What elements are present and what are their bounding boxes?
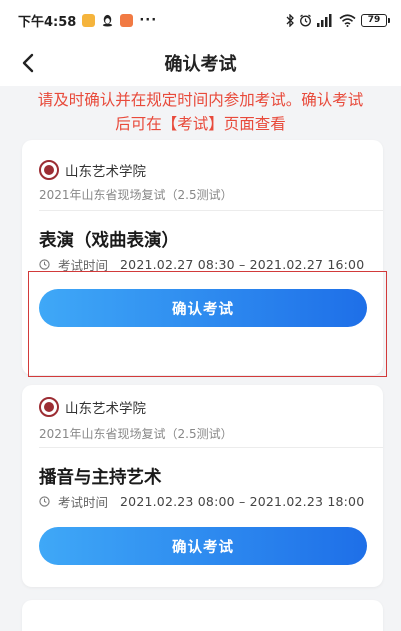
exam-time-row: 考试时间 2021.02.27 08:30 – 2021.02.27 16:00 xyxy=(39,255,364,274)
school-row: 山东艺术学院 xyxy=(39,160,146,180)
exam-time-value: 2021.02.27 08:30 – 2021.02.27 16:00 xyxy=(120,257,365,272)
exam-subject: 播音与主持艺术 xyxy=(39,468,162,488)
notice-line-2: 后可在【考试】页面查看 xyxy=(115,115,286,133)
chevron-left-icon xyxy=(22,53,34,73)
school-logo-icon xyxy=(39,397,59,417)
divider xyxy=(39,447,383,448)
nav-bar: 确认考试 xyxy=(0,40,401,86)
confirm-exam-button[interactable]: 确认考试 xyxy=(39,289,367,327)
bluetooth-icon xyxy=(286,13,294,27)
notes-app-icon xyxy=(82,13,96,27)
status-time: 下午4:58 xyxy=(18,14,77,30)
back-button[interactable] xyxy=(14,49,42,77)
exam-time-value: 2021.02.23 08:00 – 2021.02.23 18:00 xyxy=(120,494,365,509)
school-logo-center xyxy=(44,165,54,175)
school-name: 山东艺术学院 xyxy=(65,401,146,417)
confirm-exam-button[interactable]: 确认考试 xyxy=(39,527,367,565)
exam-time-label: 考试时间 xyxy=(58,258,109,273)
more-notifications-icon: ··· xyxy=(139,12,158,28)
exam-card: 山东艺术学院 2021年山东省现场复试（2.5测试） 表演（戏曲表演） 考试时间… xyxy=(22,140,383,375)
exam-card xyxy=(22,600,383,631)
exam-card: 山东艺术学院 2021年山东省现场复试（2.5测试） 播音与主持艺术 考试时间 … xyxy=(22,385,383,587)
alarm-icon xyxy=(300,13,311,26)
exam-subject: 表演（戏曲表演） xyxy=(39,231,179,251)
status-right: 79 xyxy=(286,13,390,27)
school-logo-icon xyxy=(39,160,59,180)
page-title: 确认考试 xyxy=(164,54,237,75)
exam-subtitle: 2021年山东省现场复试（2.5测试） xyxy=(39,427,233,441)
exam-time-row: 考试时间 2021.02.23 08:00 – 2021.02.23 18:00 xyxy=(39,492,364,511)
signal-icon xyxy=(317,13,332,27)
clock-icon xyxy=(39,259,50,270)
notice-text: 请及时确认并在规定时间内参加考试。确认考试 后可在【考试】页面查看 xyxy=(0,88,401,136)
divider xyxy=(39,210,383,211)
status-bar: 下午4:58 ··· 79 xyxy=(0,0,401,40)
school-name: 山东艺术学院 xyxy=(65,164,146,180)
school-row: 山东艺术学院 xyxy=(39,397,146,417)
battery-icon: 79 xyxy=(361,13,390,27)
exam-subtitle: 2021年山东省现场复试（2.5测试） xyxy=(39,188,233,202)
exam-time-label: 考试时间 xyxy=(58,495,109,510)
clock-icon xyxy=(39,496,50,507)
qq-icon xyxy=(103,14,113,27)
taobao-app-icon xyxy=(120,13,134,27)
status-left: 下午4:58 ··· xyxy=(18,11,157,30)
wifi-icon xyxy=(339,13,356,27)
school-logo-center xyxy=(44,402,54,412)
notice-line-1: 请及时确认并在规定时间内参加考试。确认考试 xyxy=(37,91,364,109)
